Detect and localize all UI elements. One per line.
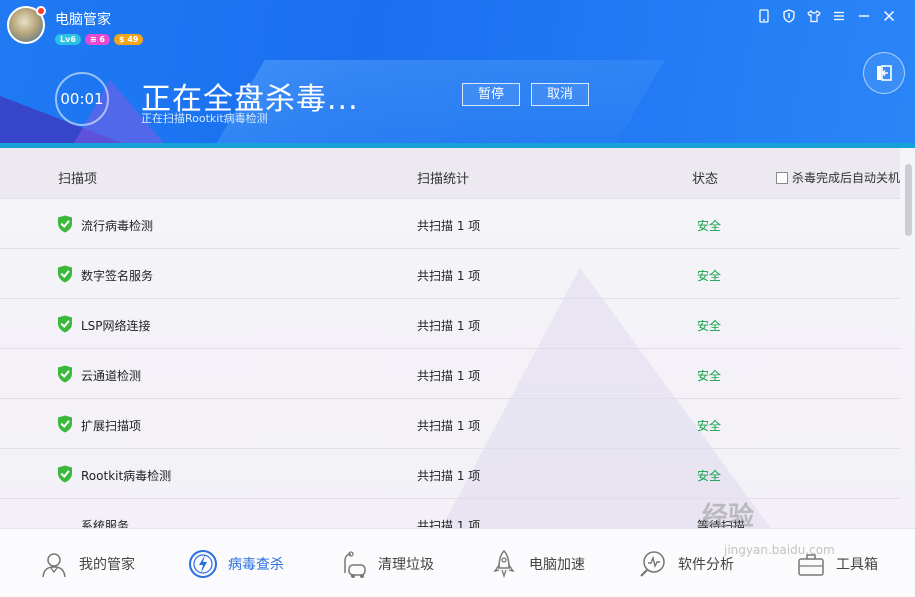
- vip-level: 6: [99, 35, 105, 44]
- scan-timer: 00:01: [55, 72, 109, 126]
- table-row[interactable]: 数字签名服务 共扫描 1 项 安全: [0, 249, 900, 299]
- scan-results-panel: 扫描项 扫描统计 状态 杀毒完成后自动关机 流行病毒检测 共扫描 1 项安全 数字签…: [0, 148, 915, 528]
- notification-dot: [36, 6, 46, 16]
- check-shield-icon: [58, 365, 72, 383]
- check-shield-icon: [58, 315, 72, 333]
- watermark-url: jingyan.baidu.com: [724, 543, 835, 557]
- auto-shutdown-label: 杀毒完成后自动关机: [792, 171, 901, 185]
- nav-label: 病毒查杀: [228, 557, 284, 573]
- nav-label: 清理垃圾: [378, 557, 434, 573]
- minimize-icon[interactable]: [856, 8, 872, 24]
- column-header-item: 扫描项: [58, 172, 98, 187]
- scan-item-status: 安全: [697, 219, 722, 233]
- nav-item-butler[interactable]: 我的管家: [38, 548, 135, 580]
- user-badges: Lv6 ≡ 6 $ 49: [55, 34, 144, 45]
- scan-item-name: Rootkit病毒检测: [81, 469, 172, 483]
- shield-icon[interactable]: [781, 8, 797, 24]
- scan-item-count: 共扫描 1 项: [417, 419, 481, 433]
- header: 电脑管家 Lv6 ≡ 6 $ 49 00:01 正在全盘杀毒... 正在扫描Ro…: [0, 0, 915, 145]
- check-shield-icon: [58, 215, 72, 233]
- scrollbar[interactable]: [905, 164, 912, 236]
- scan-item-status: 安全: [697, 419, 722, 433]
- butler-icon: [42, 553, 66, 578]
- scan-item-name: 云通道检测: [81, 369, 142, 383]
- scan-subtitle: 正在扫描Rootkit病毒检测: [141, 112, 268, 125]
- check-shield-icon: [58, 415, 72, 433]
- vacuum-icon: [344, 551, 366, 578]
- avatar[interactable]: [7, 6, 46, 44]
- phone-icon[interactable]: [756, 8, 772, 24]
- scan-item-name: 系统服务: [81, 519, 130, 528]
- nav-item-virus-scan[interactable]: 病毒查杀: [187, 548, 284, 580]
- scan-item-name: 流行病毒检测: [81, 219, 154, 233]
- scan-item-count: 共扫描 1 项: [417, 369, 481, 383]
- scan-item-status: 安全: [697, 469, 722, 483]
- table-row[interactable]: 扩展扫描项 共扫描 1 项 安全: [0, 399, 900, 449]
- coin-count: 49: [127, 35, 139, 44]
- virus-scan-icon: [189, 550, 217, 578]
- check-shield-icon: [58, 465, 72, 483]
- table-header: 扫描项 扫描统计 状态 杀毒完成后自动关机: [0, 148, 900, 199]
- scan-item-status: 安全: [697, 269, 722, 283]
- auto-shutdown-checkbox[interactable]: 杀毒完成后自动关机: [776, 169, 900, 186]
- column-header-status: 状态: [692, 172, 719, 187]
- vip-badge[interactable]: ≡ 6: [84, 34, 110, 45]
- close-icon[interactable]: [881, 8, 897, 24]
- scan-item-name: LSP网络连接: [81, 319, 151, 333]
- table-row[interactable]: LSP网络连接 共扫描 1 项 安全: [0, 299, 900, 349]
- scan-item-status: 安全: [697, 319, 722, 333]
- scan-item-count: 共扫描 1 项: [417, 319, 481, 333]
- nav-label: 软件分析: [678, 557, 734, 573]
- watermark: 经验 jingyan.baidu.com: [702, 496, 835, 557]
- checkbox-box[interactable]: [776, 171, 788, 184]
- shirt-icon[interactable]: [806, 8, 822, 24]
- nav-label: 我的管家: [79, 557, 135, 573]
- app-title: 电脑管家: [55, 12, 111, 28]
- nav-item-speedup[interactable]: 电脑加速: [488, 548, 585, 580]
- nav-item-clean[interactable]: 清理垃圾: [337, 548, 434, 580]
- window-controls: [756, 8, 897, 24]
- pause-button[interactable]: 暂停: [462, 83, 520, 106]
- scan-item-count: 共扫描 1 项: [417, 469, 481, 483]
- nav-label: 工具箱: [836, 557, 878, 573]
- scan-item-name: 扩展扫描项: [81, 419, 142, 433]
- check-shield-icon: [58, 265, 72, 283]
- table-row[interactable]: 云通道检测 共扫描 1 项 安全: [0, 349, 900, 399]
- rocket-icon: [493, 549, 515, 579]
- level-badge[interactable]: Lv6: [55, 34, 81, 45]
- column-header-stat: 扫描统计: [417, 172, 470, 187]
- analysis-icon: [640, 551, 665, 577]
- cancel-button[interactable]: 取消: [531, 83, 589, 106]
- scan-item-count: 共扫描 1 项: [417, 519, 481, 528]
- nav-label: 电脑加速: [529, 557, 585, 573]
- scan-item-count: 共扫描 1 项: [417, 219, 481, 233]
- exit-icon: [877, 65, 892, 81]
- table-row[interactable]: 流行病毒检测 共扫描 1 项 安全: [0, 199, 900, 249]
- scan-item-list: 流行病毒检测 共扫描 1 项安全 数字签名服务 共扫描 1 项安全 LSP网络连接 共扫描…: [0, 199, 900, 528]
- scan-item-name: 数字签名服务: [81, 269, 154, 283]
- exit-side-panel-button[interactable]: [863, 52, 905, 94]
- table-row[interactable]: Rootkit病毒检测 共扫描 1 项 安全: [0, 449, 900, 499]
- watermark-title: 经验: [702, 502, 755, 532]
- menu-icon[interactable]: [831, 8, 847, 24]
- coin-badge[interactable]: $ 49: [113, 34, 144, 45]
- scan-item-status: 安全: [697, 369, 722, 383]
- scan-item-count: 共扫描 1 项: [417, 269, 481, 283]
